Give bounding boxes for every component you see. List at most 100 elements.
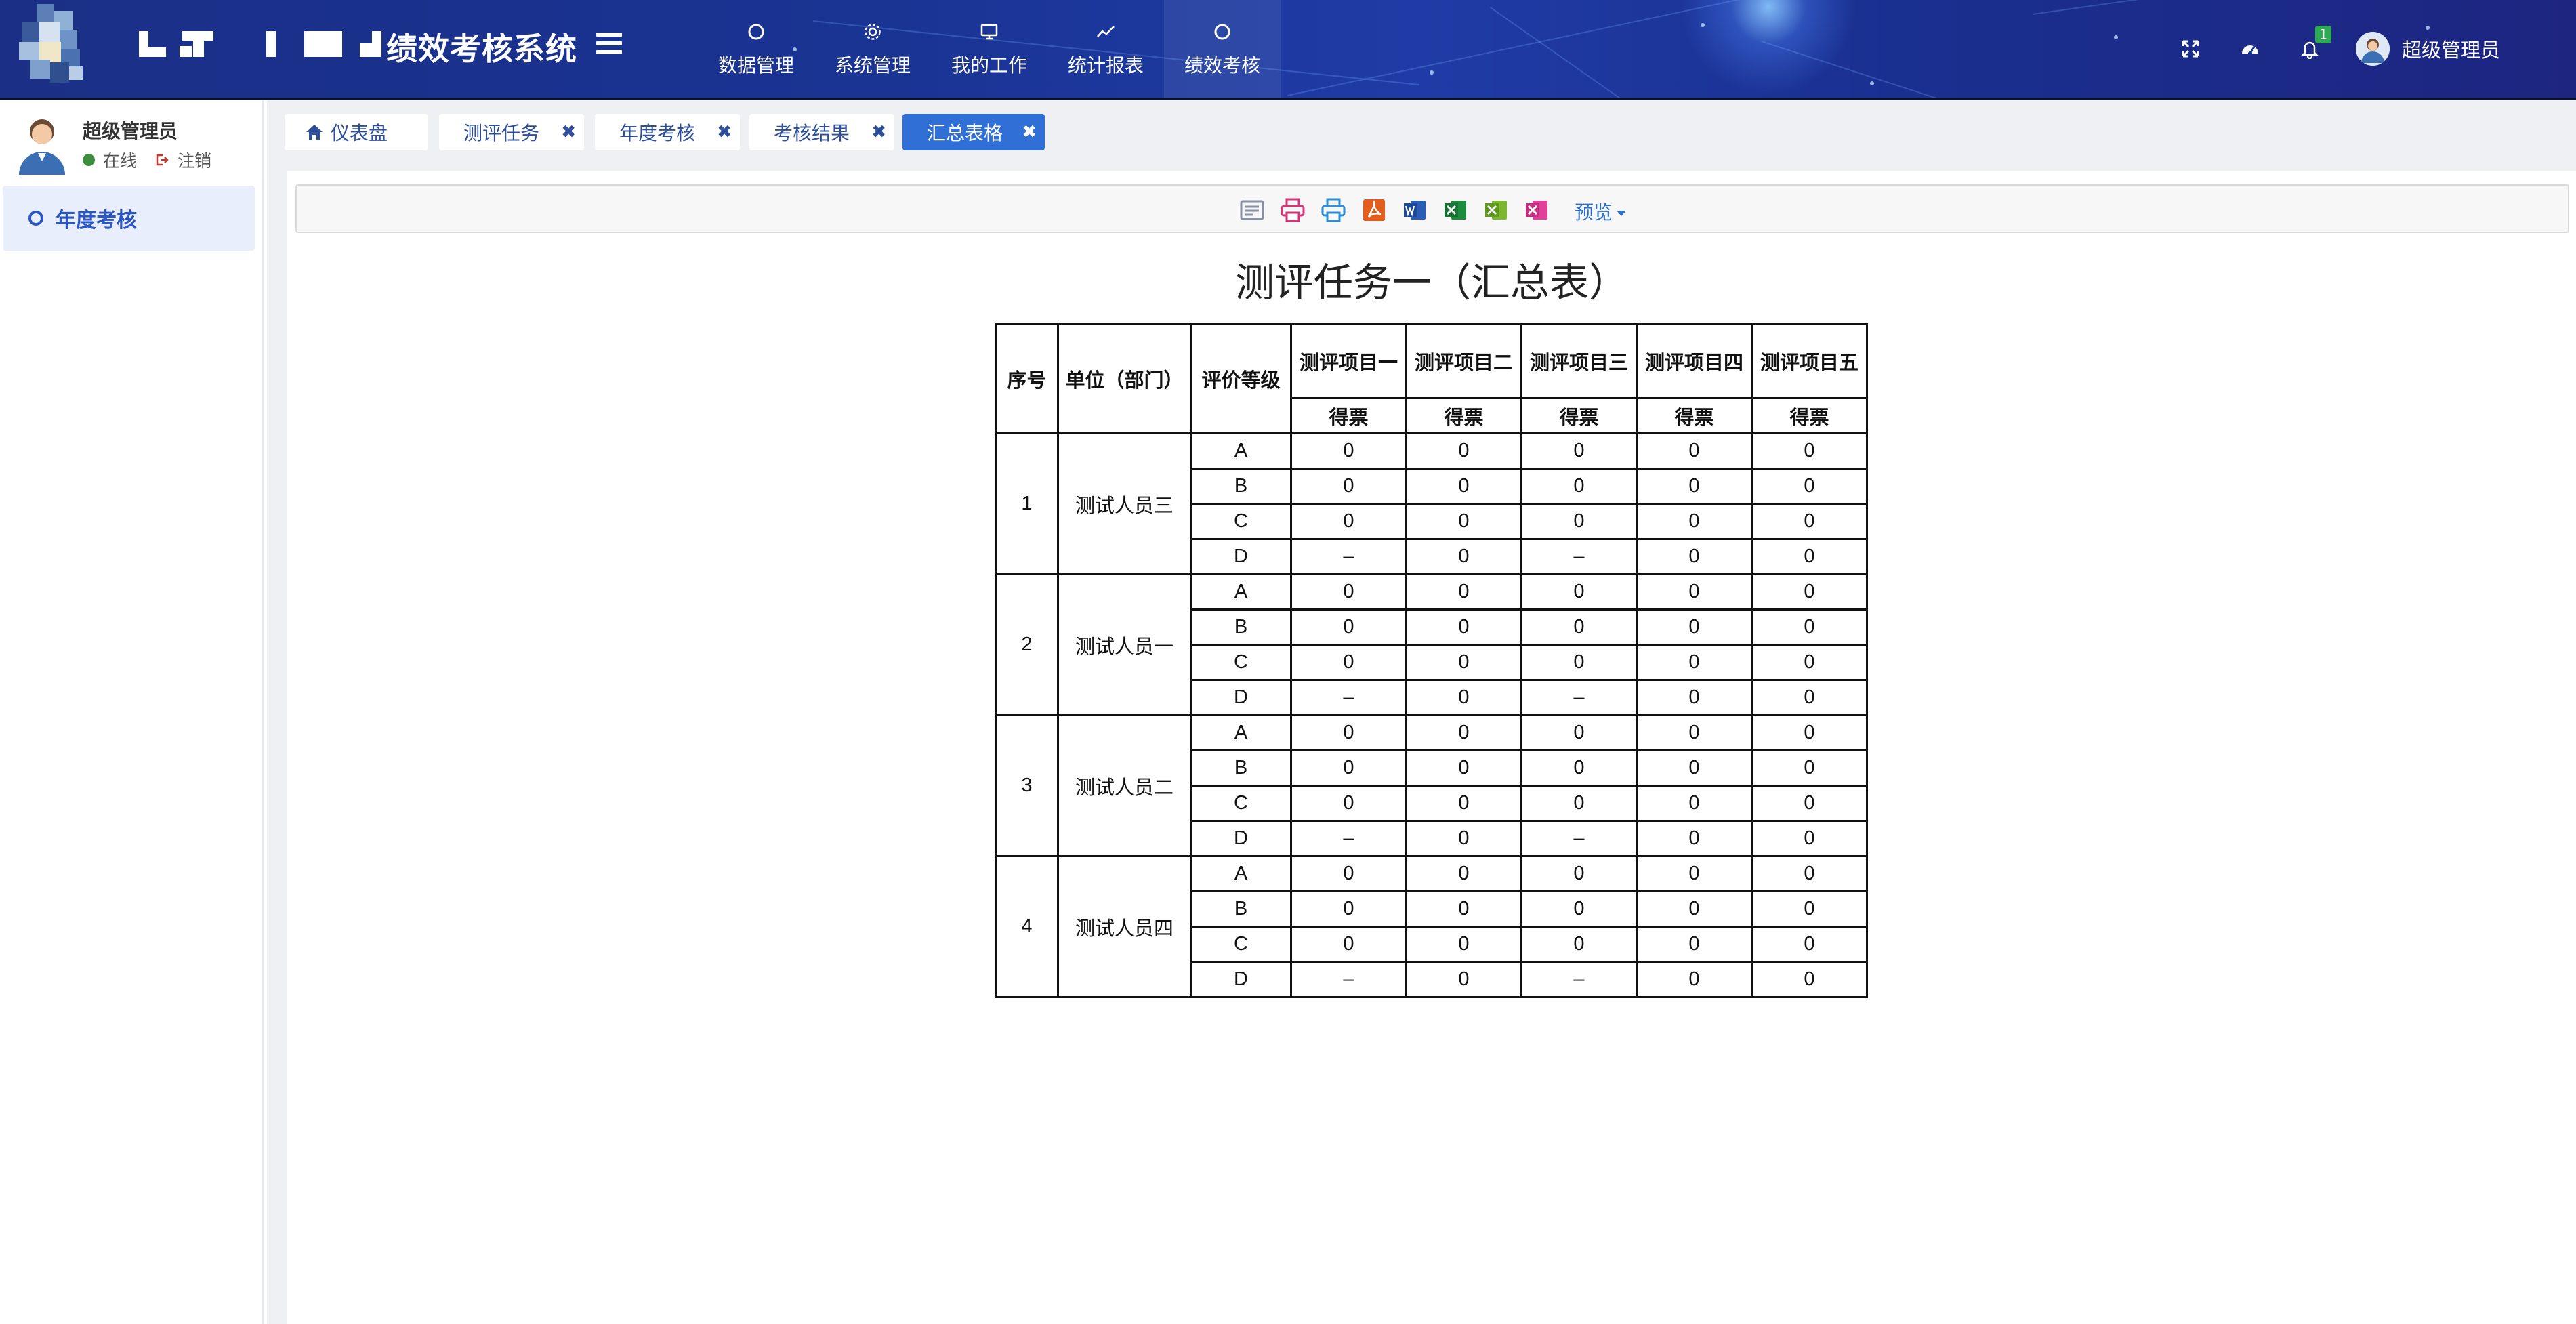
tab-assessment-results[interactable]: 考核结果 ✖ [749,114,894,150]
cell-votes: 0 [1520,926,1638,963]
pdf-icon[interactable] [1359,195,1389,225]
cell-unit: 测试人员四 [1057,855,1192,998]
cell-grade: D [1190,538,1292,575]
cell-votes: 0 [1520,855,1638,892]
menu-toggle-icon[interactable] [596,33,622,54]
cell-votes: 0 [1405,538,1522,575]
sidebar-user-name: 超级管理员 [83,120,178,142]
cell-votes: 0 [1405,785,1522,822]
cell-votes: 0 [1520,573,1638,611]
sidebar-item-label: 年度考核 [56,209,137,232]
cell-votes: – [1290,679,1407,716]
table-row: 3 测试人员二 A 0 0 0 0 0 [995,714,1868,857]
word-icon[interactable] [1400,195,1430,225]
cell-votes: 0 [1290,432,1407,470]
cell-votes: 0 [1405,855,1522,892]
sidebar-item-annual-assessment[interactable]: 年度考核 [3,186,255,251]
cell-no: 1 [995,432,1059,575]
cell-votes: 0 [1290,503,1407,540]
print-preview-icon[interactable] [1318,195,1348,225]
cell-grade: C [1190,644,1292,681]
cell-votes: 0 [1751,926,1868,963]
cell-unit: 测试人员三 [1057,432,1192,575]
cell-votes: 0 [1751,714,1868,751]
cell-votes: 0 [1751,538,1868,575]
logout-icon[interactable] [154,152,169,167]
cell-grade: C [1190,503,1292,540]
cell-votes: 0 [1636,679,1753,716]
app-logo[interactable] [16,4,91,85]
nav-item-data-management[interactable]: 数据管理 [698,0,814,98]
cell-no: 4 [995,855,1059,998]
cell-votes: 0 [1290,855,1407,892]
cell-votes: 0 [1405,503,1522,540]
cell-votes: 0 [1290,890,1407,928]
cell-votes: 0 [1520,890,1638,928]
cell-votes: 0 [1405,644,1522,681]
header-item: 测评项目一 [1290,323,1407,399]
tab-annual-assessment[interactable]: 年度考核 ✖ [595,114,740,150]
print-icon[interactable] [1278,195,1308,225]
report-toolbar: 预览 [295,184,2569,233]
avatar [2355,32,2390,66]
header-item: 测评项目二 [1405,323,1522,399]
excel-icon[interactable] [1440,195,1470,225]
home-icon [306,125,323,140]
design-icon[interactable] [1237,195,1267,225]
close-icon[interactable]: ✖ [871,123,886,142]
avatar [15,112,69,175]
header-votes: 得票 [1520,397,1638,434]
cell-votes: 0 [1290,608,1407,646]
cell-votes: 0 [1636,785,1753,822]
logout-link[interactable]: 注销 [178,148,211,172]
monitor-icon [979,20,999,44]
cell-votes: 0 [1751,432,1868,470]
cell-votes: 0 [1636,432,1753,470]
tab-label: 考核结果 [774,122,850,144]
fullscreen-icon[interactable] [2177,35,2204,62]
background-glow [1680,0,1856,95]
nav-label: 绩效考核 [1184,54,1260,77]
nav-label: 统计报表 [1067,54,1144,77]
tab-bar: 仪表盘 测评任务 ✖ 年度考核 ✖ 考核结果 ✖ 汇总表格 ✖ [267,100,2576,171]
nav-item-statistics[interactable]: 统计报表 [1047,0,1164,98]
tab-dashboard[interactable]: 仪表盘 [285,114,428,150]
cell-votes: 0 [1751,573,1868,611]
cell-votes: 0 [1405,961,1522,998]
excel-alt-icon[interactable] [1481,195,1511,225]
cell-votes: – [1290,538,1407,575]
close-icon[interactable]: ✖ [561,123,576,142]
circle-icon [746,20,766,44]
cell-votes: 0 [1290,644,1407,681]
nav-item-system-management[interactable]: 系统管理 [814,0,931,98]
dashboard-icon[interactable] [2237,35,2264,62]
background-dot [1701,23,1705,27]
tab-label: 测评任务 [463,122,540,144]
cell-votes: 0 [1751,749,1868,787]
header-item: 测评项目三 [1520,323,1638,399]
header-item: 测评项目五 [1751,323,1868,399]
table-row: 1 测试人员三 A 0 0 0 0 0 [995,432,1868,575]
cell-votes: 0 [1636,468,1753,505]
cell-grade: B [1190,608,1292,646]
nav-item-performance[interactable]: 绩效考核 [1164,0,1281,98]
cell-votes: – [1290,961,1407,998]
cell-votes: 0 [1751,890,1868,928]
cell-votes: – [1290,820,1407,857]
cell-no: 3 [995,714,1059,857]
excel-pink-icon[interactable] [1522,195,1552,225]
tab-evaluation-task[interactable]: 测评任务 ✖ [439,114,584,150]
notification-bell-icon[interactable]: 1 [2296,26,2331,62]
cell-votes: 0 [1520,785,1638,822]
close-icon[interactable]: ✖ [1022,123,1037,142]
table-body: 1 测试人员三 A 0 0 0 0 0 B 0 0 0 0 0 C 0 0 0 0 0 D –0–0 0 2 测试人员一 A 0 0 0… [995,432,1868,998]
nav-item-my-work[interactable]: 我的工作 [931,0,1047,98]
table-row: 2 测试人员一 A 0 0 0 0 0 [995,573,1868,716]
circle-icon [1212,20,1232,44]
cell-votes: 0 [1636,961,1753,998]
close-icon[interactable]: ✖ [717,123,732,142]
preview-dropdown[interactable]: 预览 [1575,198,1627,225]
cell-votes: 0 [1636,503,1753,540]
user-menu[interactable]: 超级管理员 [2355,32,2500,66]
tab-summary-table[interactable]: 汇总表格 ✖ [902,114,1045,150]
